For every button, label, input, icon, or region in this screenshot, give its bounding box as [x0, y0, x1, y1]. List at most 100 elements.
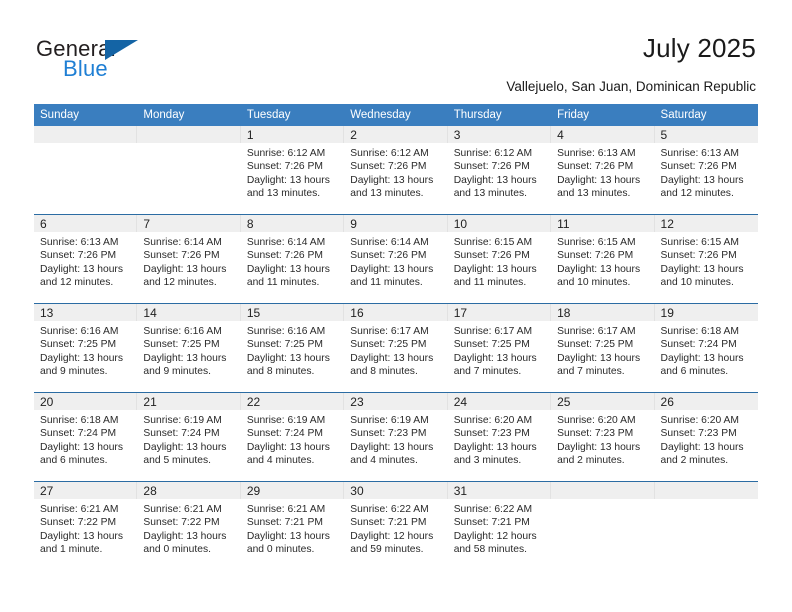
day-details: Sunrise: 6:12 AM Sunset: 7:26 PM Daylight:…	[241, 143, 344, 201]
daylight-text-line2: and 11 minutes.	[453, 277, 527, 289]
sunset-text: Sunset: 7:26 PM	[557, 250, 634, 262]
daylight-text-line1: Daylight: 12 hours	[453, 530, 537, 542]
day-details: Sunrise: 6:14 AM Sunset: 7:26 PM Daylight:…	[344, 232, 447, 290]
calendar-day-cell[interactable]: 13 Sunrise: 6:16 AM Sunset: 7:25 PM Dayligh…	[34, 304, 138, 393]
calendar-day-cell[interactable]: 21 Sunrise: 6:19 AM Sunset: 7:24 PM Dayligh…	[137, 393, 241, 482]
daylight-text-line1: Daylight: 12 hours	[350, 530, 434, 542]
logo-text-blue: Blue	[63, 56, 108, 81]
day-details: Sunrise: 6:20 AM Sunset: 7:23 PM Daylight:…	[448, 410, 551, 468]
calendar-day-cell[interactable]: 5 Sunrise: 6:13 AM Sunset: 7:26 PM Daylight…	[654, 126, 758, 215]
sunrise-text: Sunrise: 6:19 AM	[350, 415, 429, 426]
calendar-day-cell[interactable]: 26 Sunrise: 6:20 AM Sunset: 7:23 PM Dayligh…	[654, 393, 758, 482]
sunrise-text: Sunrise: 6:12 AM	[453, 148, 533, 159]
daylight-text-line2: and 8 minutes.	[350, 366, 418, 378]
sunset-text: Sunset: 7:26 PM	[660, 161, 737, 173]
daylight-text-line2: and 13 minutes.	[350, 188, 424, 200]
daylight-text-line1: Daylight: 13 hours	[40, 441, 123, 453]
calendar-day-cell[interactable]: 7 Sunrise: 6:14 AM Sunset: 7:26 PM Daylight…	[137, 215, 241, 304]
day-number	[34, 126, 138, 143]
daylight-text-line1: Daylight: 13 hours	[557, 441, 641, 453]
day-number: 15	[240, 304, 345, 321]
day-details: Sunrise: 6:15 AM Sunset: 7:26 PM Daylight:…	[551, 232, 654, 290]
calendar-day-cell[interactable]: 18 Sunrise: 6:17 AM Sunset: 7:25 PM Dayligh…	[551, 304, 655, 393]
calendar-day-cell[interactable]: 31 Sunrise: 6:22 AM Sunset: 7:21 PM Dayligh…	[447, 482, 552, 571]
day-number: 19	[654, 304, 758, 321]
sunrise-text: Sunrise: 6:21 AM	[143, 504, 222, 515]
daylight-text-line1: Daylight: 13 hours	[557, 263, 641, 275]
day-number: 2	[344, 126, 448, 143]
calendar-day-cell[interactable]: 10 Sunrise: 6:15 AM Sunset: 7:26 PM Dayligh…	[447, 215, 552, 304]
calendar-day-cell[interactable]: 30 Sunrise: 6:22 AM Sunset: 7:21 PM Dayligh…	[344, 482, 448, 571]
calendar-day-cell[interactable]: 11 Sunrise: 6:15 AM Sunset: 7:26 PM Dayligh…	[551, 215, 655, 304]
calendar-day-cell[interactable]: 1 Sunrise: 6:12 AM Sunset: 7:26 PM Daylight…	[240, 126, 345, 215]
weekday-header-monday: Monday	[137, 104, 241, 126]
calendar-table: Sunday Monday Tuesday Wednesday Thursday…	[34, 104, 758, 570]
day-details: Sunrise: 6:19 AM Sunset: 7:24 PM Daylight:…	[241, 410, 344, 468]
calendar-day-cell[interactable]: 20 Sunrise: 6:18 AM Sunset: 7:24 PM Dayligh…	[34, 393, 138, 482]
daylight-text-line2: and 13 minutes.	[246, 188, 321, 200]
day-details: Sunrise: 6:14 AM Sunset: 7:26 PM Daylight:…	[137, 232, 240, 290]
day-details: Sunrise: 6:17 AM Sunset: 7:25 PM Daylight:…	[448, 321, 551, 379]
sunset-text: Sunset: 7:25 PM	[143, 339, 220, 351]
calendar-day-cell[interactable]: 25 Sunrise: 6:20 AM Sunset: 7:23 PM Dayligh…	[551, 393, 655, 482]
sunrise-text: Sunrise: 6:12 AM	[350, 148, 429, 159]
daylight-text-line1: Daylight: 13 hours	[350, 441, 434, 453]
day-number: 3	[447, 126, 552, 143]
day-number: 30	[344, 482, 448, 499]
daylight-text-line2: and 58 minutes.	[453, 544, 527, 556]
sunset-text: Sunset: 7:25 PM	[350, 339, 427, 351]
day-details: Sunrise: 6:18 AM Sunset: 7:24 PM Daylight:…	[655, 321, 758, 379]
day-number: 16	[344, 304, 448, 321]
calendar-day-cell[interactable]: 4 Sunrise: 6:13 AM Sunset: 7:26 PM Daylight…	[551, 126, 655, 215]
sunset-text: Sunset: 7:24 PM	[143, 428, 220, 440]
daylight-text-line2: and 9 minutes.	[40, 366, 108, 378]
daylight-text-line1: Daylight: 13 hours	[40, 530, 123, 542]
calendar-day-cell[interactable]: 23 Sunrise: 6:19 AM Sunset: 7:23 PM Dayligh…	[344, 393, 448, 482]
calendar-day-cell[interactable]: 28 Sunrise: 6:21 AM Sunset: 7:22 PM Dayligh…	[137, 482, 241, 571]
calendar-day-cell[interactable]: 29 Sunrise: 6:21 AM Sunset: 7:21 PM Dayligh…	[240, 482, 345, 571]
day-details: Sunrise: 6:16 AM Sunset: 7:25 PM Daylight:…	[34, 321, 137, 379]
calendar-week-row: 27 Sunrise: 6:21 AM Sunset: 7:22 PM Dayligh…	[34, 481, 758, 571]
daylight-text-line1: Daylight: 13 hours	[453, 174, 537, 186]
day-details: Sunrise: 6:13 AM Sunset: 7:26 PM Daylight:…	[551, 143, 654, 201]
calendar-day-cell[interactable]: 19 Sunrise: 6:18 AM Sunset: 7:24 PM Dayligh…	[654, 304, 758, 393]
calendar-day-cell[interactable]: 17 Sunrise: 6:17 AM Sunset: 7:25 PM Dayligh…	[447, 304, 552, 393]
sunrise-text: Sunrise: 6:16 AM	[246, 326, 326, 337]
calendar-day-cell[interactable]: 9 Sunrise: 6:14 AM Sunset: 7:26 PM Daylight…	[344, 215, 448, 304]
calendar-day-cell[interactable]: 3 Sunrise: 6:12 AM Sunset: 7:26 PM Daylight…	[447, 126, 552, 215]
calendar-day-cell[interactable]: 6 Sunrise: 6:13 AM Sunset: 7:26 PM Daylight…	[34, 215, 138, 304]
daylight-text-line1: Daylight: 13 hours	[143, 352, 227, 364]
daylight-text-line1: Daylight: 13 hours	[246, 530, 330, 542]
calendar-day-cell[interactable]: 16 Sunrise: 6:17 AM Sunset: 7:25 PM Dayligh…	[344, 304, 448, 393]
calendar-day-cell[interactable]: 14 Sunrise: 6:16 AM Sunset: 7:25 PM Dayligh…	[137, 304, 241, 393]
daylight-text-line2: and 7 minutes.	[557, 366, 625, 378]
day-details: Sunrise: 6:13 AM Sunset: 7:26 PM Daylight:…	[655, 143, 758, 201]
day-number	[654, 482, 758, 499]
weekday-header-sunday: Sunday	[34, 104, 138, 126]
calendar-day-cell[interactable]: 27 Sunrise: 6:21 AM Sunset: 7:22 PM Dayligh…	[34, 482, 138, 571]
sunset-text: Sunset: 7:26 PM	[557, 161, 634, 173]
sunset-text: Sunset: 7:26 PM	[40, 250, 117, 262]
calendar-day-cell[interactable]: 2 Sunrise: 6:12 AM Sunset: 7:26 PM Daylight…	[344, 126, 448, 215]
daylight-text-line2: and 12 minutes.	[143, 277, 217, 289]
sunset-text: Sunset: 7:25 PM	[453, 339, 530, 351]
sunset-text: Sunset: 7:21 PM	[453, 517, 530, 529]
calendar-day-cell[interactable]: 15 Sunrise: 6:16 AM Sunset: 7:25 PM Dayligh…	[240, 304, 345, 393]
day-number	[137, 126, 241, 143]
sunset-text: Sunset: 7:21 PM	[350, 517, 427, 529]
daylight-text-line2: and 7 minutes.	[453, 366, 522, 378]
calendar-day-cell[interactable]: 22 Sunrise: 6:19 AM Sunset: 7:24 PM Dayligh…	[240, 393, 345, 482]
calendar-day-cell-empty	[137, 126, 241, 215]
day-number: 25	[551, 393, 655, 410]
daylight-text-line1: Daylight: 13 hours	[660, 263, 744, 275]
calendar-day-cell[interactable]: 8 Sunrise: 6:14 AM Sunset: 7:26 PM Daylight…	[240, 215, 345, 304]
calendar-day-cell[interactable]: 24 Sunrise: 6:20 AM Sunset: 7:23 PM Dayligh…	[447, 393, 552, 482]
daylight-text-line2: and 6 minutes.	[660, 366, 729, 378]
weekday-header-thursday: Thursday	[447, 104, 552, 126]
day-details: Sunrise: 6:19 AM Sunset: 7:24 PM Daylight:…	[137, 410, 240, 468]
general-blue-logo[interactable]: General Blue	[36, 36, 216, 82]
sunrise-text: Sunrise: 6:22 AM	[453, 504, 533, 515]
daylight-text-line1: Daylight: 13 hours	[350, 174, 434, 186]
daylight-text-line1: Daylight: 13 hours	[143, 441, 227, 453]
calendar-day-cell[interactable]: 12 Sunrise: 6:15 AM Sunset: 7:26 PM Dayligh…	[654, 215, 758, 304]
